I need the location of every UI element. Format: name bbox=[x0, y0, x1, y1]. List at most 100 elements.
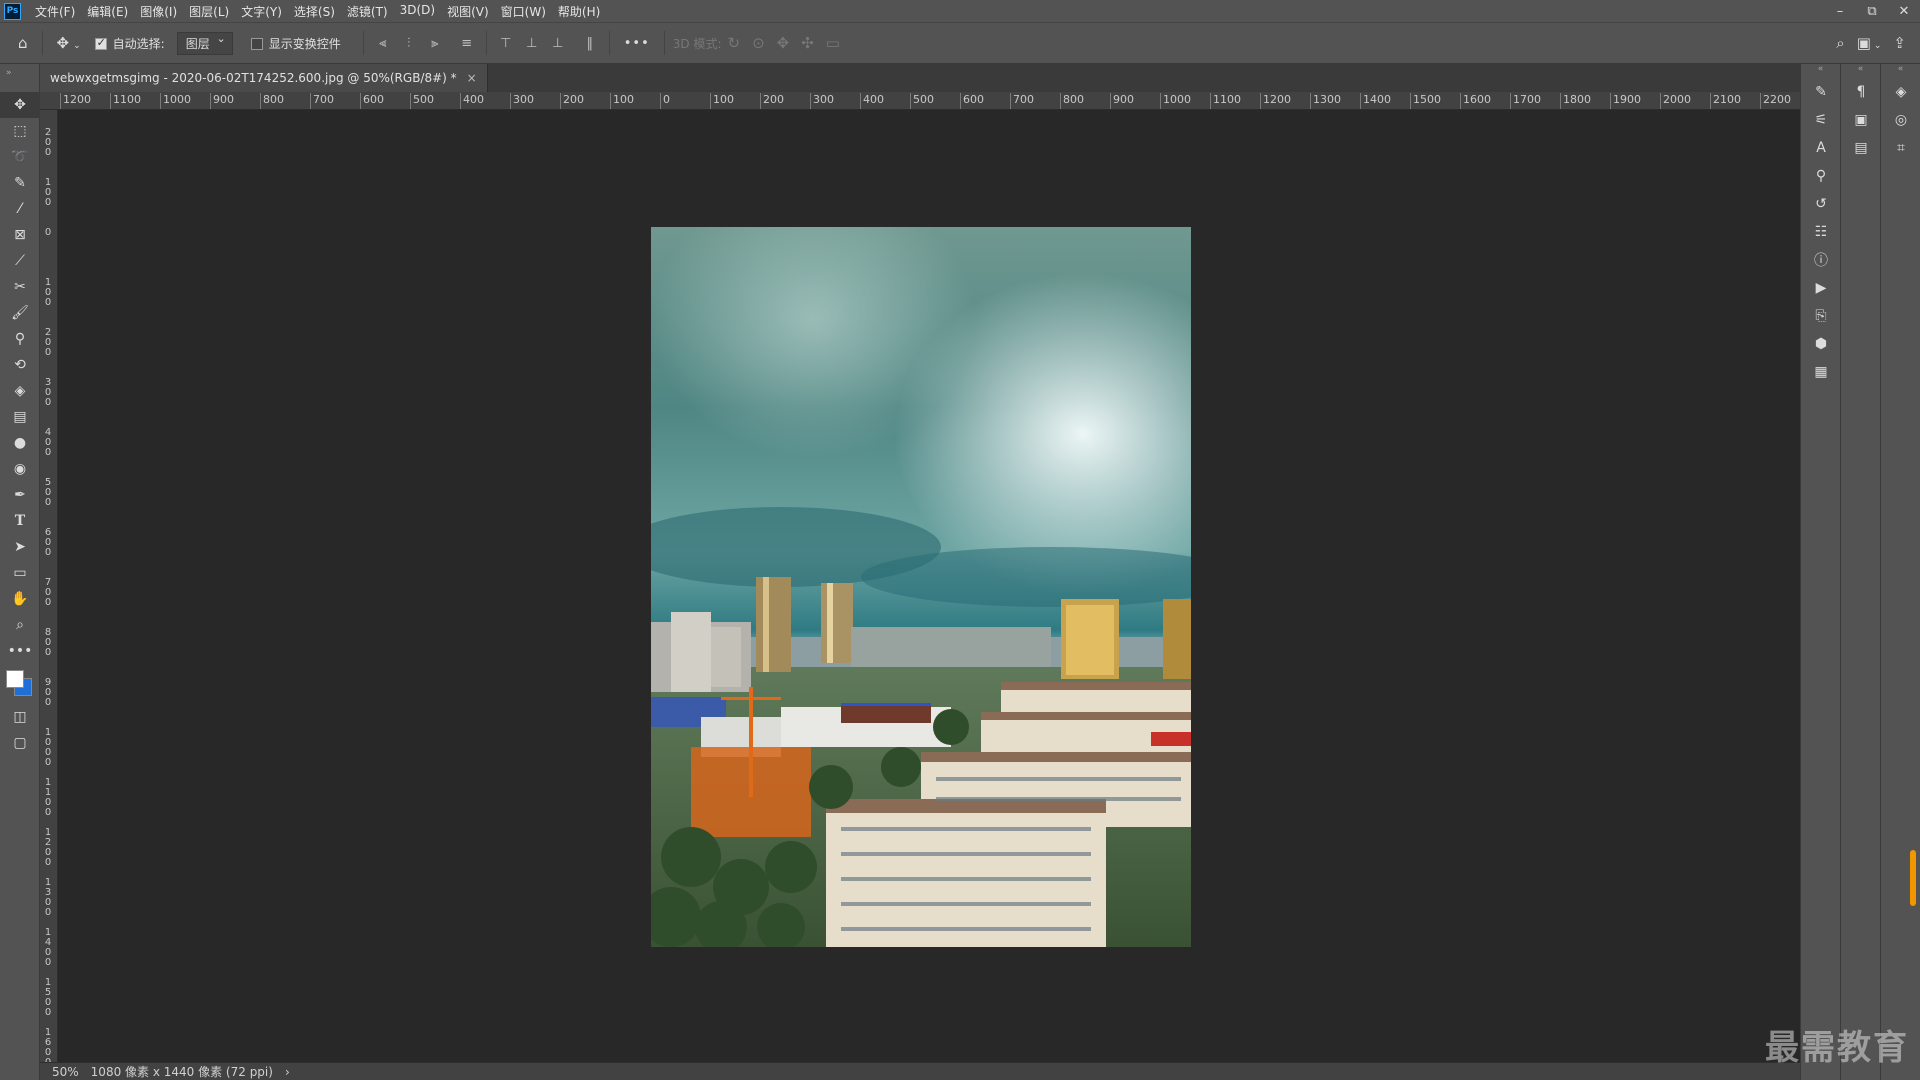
auto-select-dropdown[interactable]: 图层 bbox=[176, 31, 233, 55]
notes-icon[interactable]: ▤ bbox=[1841, 134, 1881, 162]
collapse-icon[interactable]: « bbox=[1801, 64, 1840, 78]
quick-mask-icon[interactable]: ◫ bbox=[0, 704, 40, 730]
layers-icon[interactable]: ◈ bbox=[1881, 78, 1920, 106]
menu-help[interactable]: 帮助(H) bbox=[552, 3, 606, 20]
scrollbar-thumb[interactable] bbox=[1910, 850, 1916, 906]
auto-select-checkbox[interactable] bbox=[94, 36, 113, 50]
ruler-tick bbox=[410, 93, 411, 109]
menu-filter[interactable]: 滤镜(T) bbox=[341, 3, 394, 20]
more-options-button[interactable]: ••• bbox=[624, 36, 650, 51]
align-vcenter-icon[interactable]: ⊥ bbox=[521, 36, 543, 51]
crop-icon[interactable]: ✂ bbox=[0, 274, 40, 300]
brush-settings-icon[interactable]: ✎ bbox=[1801, 78, 1841, 106]
menu-layer[interactable]: 图层(L) bbox=[183, 3, 235, 20]
show-transform-checkbox[interactable] bbox=[250, 36, 269, 50]
align-bottom-icon[interactable]: ⊥ bbox=[547, 36, 569, 51]
channels-icon[interactable]: ◎ bbox=[1881, 106, 1920, 134]
properties-icon[interactable]: ☷ bbox=[1801, 218, 1841, 246]
align-right-icon[interactable]: ⫸ bbox=[424, 36, 446, 51]
ruler-label: 500 bbox=[913, 93, 934, 106]
ruler-label: 2100 bbox=[1713, 93, 1741, 106]
type-icon[interactable]: T bbox=[0, 508, 40, 534]
frame-icon[interactable]: ⊠ bbox=[0, 222, 40, 248]
glyphs-icon[interactable]: ▣ bbox=[1841, 106, 1881, 134]
ruler-label: 1 0 0 0 bbox=[44, 727, 52, 768]
hand-icon[interactable]: ✋ bbox=[0, 586, 40, 612]
more-tools-icon[interactable]: ••• bbox=[0, 638, 40, 664]
foreground-color-swatch[interactable] bbox=[6, 670, 24, 688]
slide-3d-icon[interactable]: ✣ bbox=[801, 34, 814, 52]
align-left-icon[interactable]: ⫷ bbox=[372, 36, 394, 51]
divider bbox=[663, 31, 665, 55]
menu-view[interactable]: 视图(V) bbox=[441, 3, 495, 20]
sponge-icon[interactable]: ◉ bbox=[0, 456, 40, 482]
document-tab[interactable]: webwxgetmsgimg - 2020-06-02T174252.600.j… bbox=[40, 64, 488, 92]
ruler-vertical[interactable]: 2 0 0 1 0 0 0 1 0 0 2 0 0 3 0 0 4 0 0 5 0 0 6 0 … bbox=[40, 110, 58, 1062]
collapse-panel-icon[interactable]: » bbox=[0, 64, 39, 92]
zoom-icon[interactable]: ⌕ bbox=[0, 612, 40, 638]
collapse-icon[interactable]: « bbox=[1881, 64, 1920, 78]
restore-button[interactable]: ⧉ bbox=[1856, 4, 1888, 19]
paths-icon[interactable]: ⌗ bbox=[1881, 134, 1920, 162]
color-swatches[interactable] bbox=[0, 664, 40, 704]
character-icon[interactable]: A bbox=[1801, 134, 1841, 162]
stamp-icon[interactable]: ⚲ bbox=[0, 326, 40, 352]
move-tool-preset-icon[interactable]: ✥ ⌄ bbox=[57, 34, 81, 52]
ruler-label: 1600 bbox=[1463, 93, 1491, 106]
close-tab-icon[interactable]: × bbox=[467, 71, 477, 85]
divider bbox=[362, 31, 364, 55]
distribute-horizontal-icon[interactable]: ‖ bbox=[579, 36, 601, 51]
orbit-3d-icon[interactable]: ↻ bbox=[727, 34, 740, 52]
menu-select[interactable]: 选择(S) bbox=[288, 3, 341, 20]
actions-icon[interactable]: ▶ bbox=[1801, 274, 1841, 302]
pen-icon[interactable]: ✒ bbox=[0, 482, 40, 508]
quick-select-icon[interactable]: ✎ bbox=[0, 170, 40, 196]
document-image[interactable] bbox=[651, 227, 1191, 947]
timeline-icon[interactable]: ⎘ bbox=[1801, 302, 1841, 330]
workspace-icon[interactable]: ▣ ⌄ bbox=[1857, 34, 1882, 52]
3d-icon[interactable]: ⬢ bbox=[1801, 330, 1841, 358]
brush-presets-icon[interactable]: ⚟ bbox=[1801, 106, 1841, 134]
path-select-icon[interactable]: ➤ bbox=[0, 534, 40, 560]
brush-icon[interactable]: 🖌 bbox=[0, 300, 40, 326]
align-top-icon[interactable]: ⊤ bbox=[495, 36, 517, 51]
tables-icon[interactable]: ▦ bbox=[1801, 358, 1841, 386]
marquee-icon[interactable]: ⬚ bbox=[0, 118, 40, 144]
history-icon[interactable]: ↺ bbox=[1801, 190, 1841, 218]
align-hcenter-icon[interactable]: ⫶ bbox=[398, 36, 420, 51]
pan-3d-icon[interactable]: ✥ bbox=[777, 34, 790, 52]
menu-file[interactable]: 文件(F) bbox=[29, 3, 81, 20]
zoom-level[interactable]: 50% bbox=[52, 1065, 79, 1079]
menu-window[interactable]: 窗口(W) bbox=[495, 3, 552, 20]
scale-3d-icon[interactable]: ▭ bbox=[826, 34, 840, 52]
checkbox-unchecked-icon bbox=[250, 37, 263, 50]
close-button[interactable]: ✕ bbox=[1888, 4, 1920, 19]
distribute-vertical-icon[interactable]: ≡ bbox=[456, 36, 478, 51]
home-icon[interactable]: ⌂ bbox=[18, 34, 28, 52]
rectangle-icon[interactable]: ▭ bbox=[0, 560, 40, 586]
move-icon[interactable]: ✥ bbox=[0, 92, 40, 118]
gradient-icon[interactable]: ▤ bbox=[0, 404, 40, 430]
clone-source-icon[interactable]: ⚲ bbox=[1801, 162, 1841, 190]
paragraph-icon[interactable]: ¶ bbox=[1841, 78, 1881, 106]
ruler-horizontal[interactable]: 1200 1100 1000 900 800 700 600 500 400 300 200 100 0… bbox=[40, 92, 1800, 110]
search-icon[interactable]: ⌕ bbox=[1836, 34, 1844, 52]
eyedropper-icon[interactable]: ⟋ bbox=[0, 248, 40, 274]
info-icon[interactable]: ⓘ bbox=[1801, 246, 1841, 274]
history-brush-icon[interactable]: ⟲ bbox=[0, 352, 40, 378]
status-menu-arrow[interactable]: › bbox=[285, 1065, 290, 1079]
roll-3d-icon[interactable]: ⊙ bbox=[752, 34, 765, 52]
lasso-icon[interactable]: ➰ bbox=[0, 144, 40, 170]
minimize-button[interactable]: – bbox=[1824, 4, 1856, 19]
blur-icon[interactable]: ● bbox=[0, 430, 40, 456]
menu-edit[interactable]: 编辑(E) bbox=[81, 3, 134, 20]
divider bbox=[485, 31, 487, 55]
menu-type[interactable]: 文字(Y) bbox=[235, 3, 288, 20]
eraser-icon[interactable]: ◈ bbox=[0, 378, 40, 404]
share-icon[interactable]: ⇪ bbox=[1893, 34, 1906, 52]
magic-wand-icon[interactable]: ⁄ bbox=[0, 196, 40, 222]
menu-3d[interactable]: 3D(D) bbox=[394, 3, 441, 20]
screen-mode-icon[interactable]: ▢ bbox=[0, 730, 40, 756]
collapse-icon[interactable]: « bbox=[1841, 64, 1880, 78]
menu-image[interactable]: 图像(I) bbox=[134, 3, 183, 20]
